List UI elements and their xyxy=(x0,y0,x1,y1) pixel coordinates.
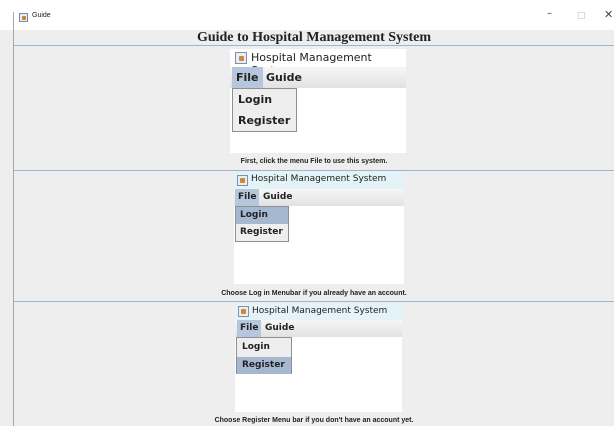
menu-guide[interactable]: Guide xyxy=(266,67,302,88)
section-divider xyxy=(14,45,614,46)
window-titlebar: Guide – □ ✕ xyxy=(0,0,614,30)
panel-3-caption: Choose Register Menu bar if you don't ha… xyxy=(214,417,414,424)
menu-item-register[interactable]: Register xyxy=(238,114,290,127)
minimize-button[interactable]: – xyxy=(547,9,552,19)
page-heading: Guide to Hospital Management System xyxy=(196,30,432,45)
panel-3-titlebar: Hospital Management System xyxy=(235,304,402,320)
guide-panel-2: Hospital Management System File Guide Lo… xyxy=(234,172,404,284)
menu-file[interactable]: File xyxy=(237,320,262,337)
menu-item-register-highlighted[interactable]: Register xyxy=(237,357,291,374)
panel-1-caption: First, click the menu File to use this s… xyxy=(240,158,388,165)
panel-3-menubar: File Guide xyxy=(235,320,402,337)
section-divider xyxy=(14,301,614,302)
panel-3-title: Hospital Management System xyxy=(252,306,388,316)
window-border-top xyxy=(13,12,14,30)
menu-item-login[interactable]: Login xyxy=(242,342,270,352)
menu-guide[interactable]: Guide xyxy=(263,189,292,206)
guide-panel-1: Hospital Management System File Guide Lo… xyxy=(230,49,406,153)
menu-item-register[interactable]: Register xyxy=(240,227,283,237)
window-title: Guide xyxy=(32,12,51,19)
menu-file[interactable]: File xyxy=(232,67,263,88)
panel-1-menubar: File Guide xyxy=(230,67,406,88)
java-app-icon xyxy=(238,306,249,317)
panel-2-menubar: File Guide xyxy=(234,189,404,206)
java-app-icon xyxy=(19,13,28,22)
menu-file[interactable]: File xyxy=(235,189,260,206)
close-button[interactable]: ✕ xyxy=(604,9,613,20)
window-border-left xyxy=(13,30,14,426)
panel-2-caption: Choose Log in Menubar if you already hav… xyxy=(221,290,407,297)
java-app-icon xyxy=(235,52,247,64)
maximize-button[interactable]: □ xyxy=(577,11,586,21)
section-divider xyxy=(14,170,614,171)
panel-1-titlebar: Hospital Management System xyxy=(230,49,406,77)
guide-panel-3: Hospital Management System File Guide Lo… xyxy=(235,304,402,412)
file-dropdown-menu: Login Register xyxy=(235,206,289,242)
panel-2-title: Hospital Management System xyxy=(251,174,387,184)
java-app-icon xyxy=(237,175,248,186)
panel-2-titlebar: Hospital Management System xyxy=(234,172,404,189)
menu-guide[interactable]: Guide xyxy=(265,320,294,337)
menu-item-login[interactable]: Login xyxy=(238,93,272,106)
file-dropdown-menu: Login Register xyxy=(236,337,292,374)
menu-item-login-highlighted[interactable]: Login xyxy=(236,207,288,224)
file-dropdown-menu: Login Register xyxy=(232,88,297,132)
